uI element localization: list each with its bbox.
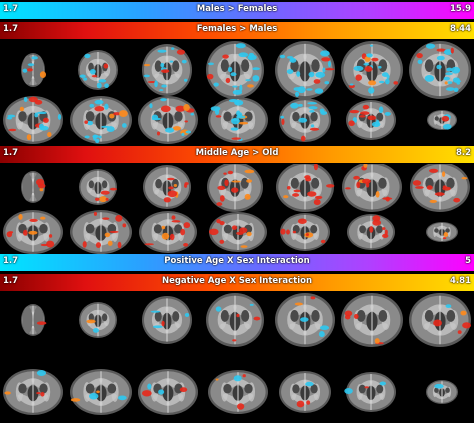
brain-slice	[279, 98, 331, 142]
brain-slice	[3, 96, 63, 144]
colorbar-middle-old: 1.7 Middle Age > Old 8.2	[0, 146, 474, 163]
brain-slice	[138, 369, 198, 415]
brain-slice	[346, 100, 396, 140]
sex-difference-panel	[0, 40, 474, 145]
brain-slice	[79, 169, 118, 205]
brain-slice	[427, 110, 457, 130]
brain-slice	[410, 164, 470, 212]
colorbar-max-label: 5	[465, 256, 471, 266]
colorbar-title: Females > Males	[196, 24, 278, 34]
brain-slice	[426, 222, 458, 242]
brain-slice	[279, 371, 331, 413]
brain-slice	[208, 370, 268, 414]
brain-slices-sex	[3, 41, 471, 144]
brain-slice	[341, 41, 403, 99]
colorbar-positive-interaction: 1.7 Positive Age X Sex Interaction 5	[0, 254, 474, 271]
brain-slice	[342, 164, 402, 212]
brain-slice	[79, 302, 117, 338]
brain-slice	[206, 293, 264, 347]
brain-slice	[138, 96, 198, 144]
brain-slice	[347, 214, 395, 250]
brain-slice	[280, 213, 330, 251]
brain-slice	[3, 369, 63, 415]
brain-slice	[208, 97, 268, 143]
brain-slice	[344, 372, 396, 412]
brain-slice	[341, 293, 403, 347]
brain-slice	[409, 41, 471, 99]
colorbar-max-label: 8.2	[455, 148, 471, 158]
brain-slice	[21, 304, 47, 336]
brain-slice	[276, 164, 335, 212]
colorbar-title: Negative Age X Sex Interaction	[161, 276, 313, 286]
brain-slice	[409, 293, 472, 347]
brain-slice	[70, 369, 132, 415]
brain-slice	[143, 165, 191, 209]
brain-slice	[426, 380, 458, 404]
brain-slice	[275, 41, 335, 99]
brain-slice	[70, 210, 132, 254]
colorbar-males-females: 1.7 Males > Females 15.9	[0, 2, 474, 19]
colorbar-title: Males > Females	[196, 4, 278, 14]
colorbar-negative-interaction: 1.7 Negative Age X Sex Interaction 4.81	[0, 274, 474, 291]
colorbar-females-males: 1.7 Females > Males 8.44	[0, 22, 474, 39]
brain-slices-interaction	[3, 293, 472, 415]
brain-slices-age	[3, 164, 470, 254]
colorbar-max-label: 15.9	[450, 4, 471, 14]
brain-slice	[142, 44, 192, 96]
brain-slice	[78, 50, 118, 90]
colorbar-title: Middle Age > Old	[195, 148, 279, 158]
colorbar-title: Positive Age X Sex Interaction	[164, 256, 310, 266]
brain-slice	[21, 171, 46, 203]
brain-slice	[207, 164, 263, 212]
colorbar-max-label: 8.44	[450, 24, 471, 34]
brain-slice	[139, 211, 197, 253]
brain-slice	[21, 53, 47, 87]
age-difference-panel	[0, 164, 474, 254]
brain-slice	[70, 96, 132, 144]
interaction-panel	[0, 292, 474, 423]
brain-slice	[142, 296, 192, 344]
brain-slice	[3, 210, 63, 254]
brain-slice	[208, 212, 267, 252]
brain-slice	[206, 41, 264, 99]
brain-slice	[275, 293, 335, 347]
colorbar-max-label: 4.81	[450, 276, 471, 286]
